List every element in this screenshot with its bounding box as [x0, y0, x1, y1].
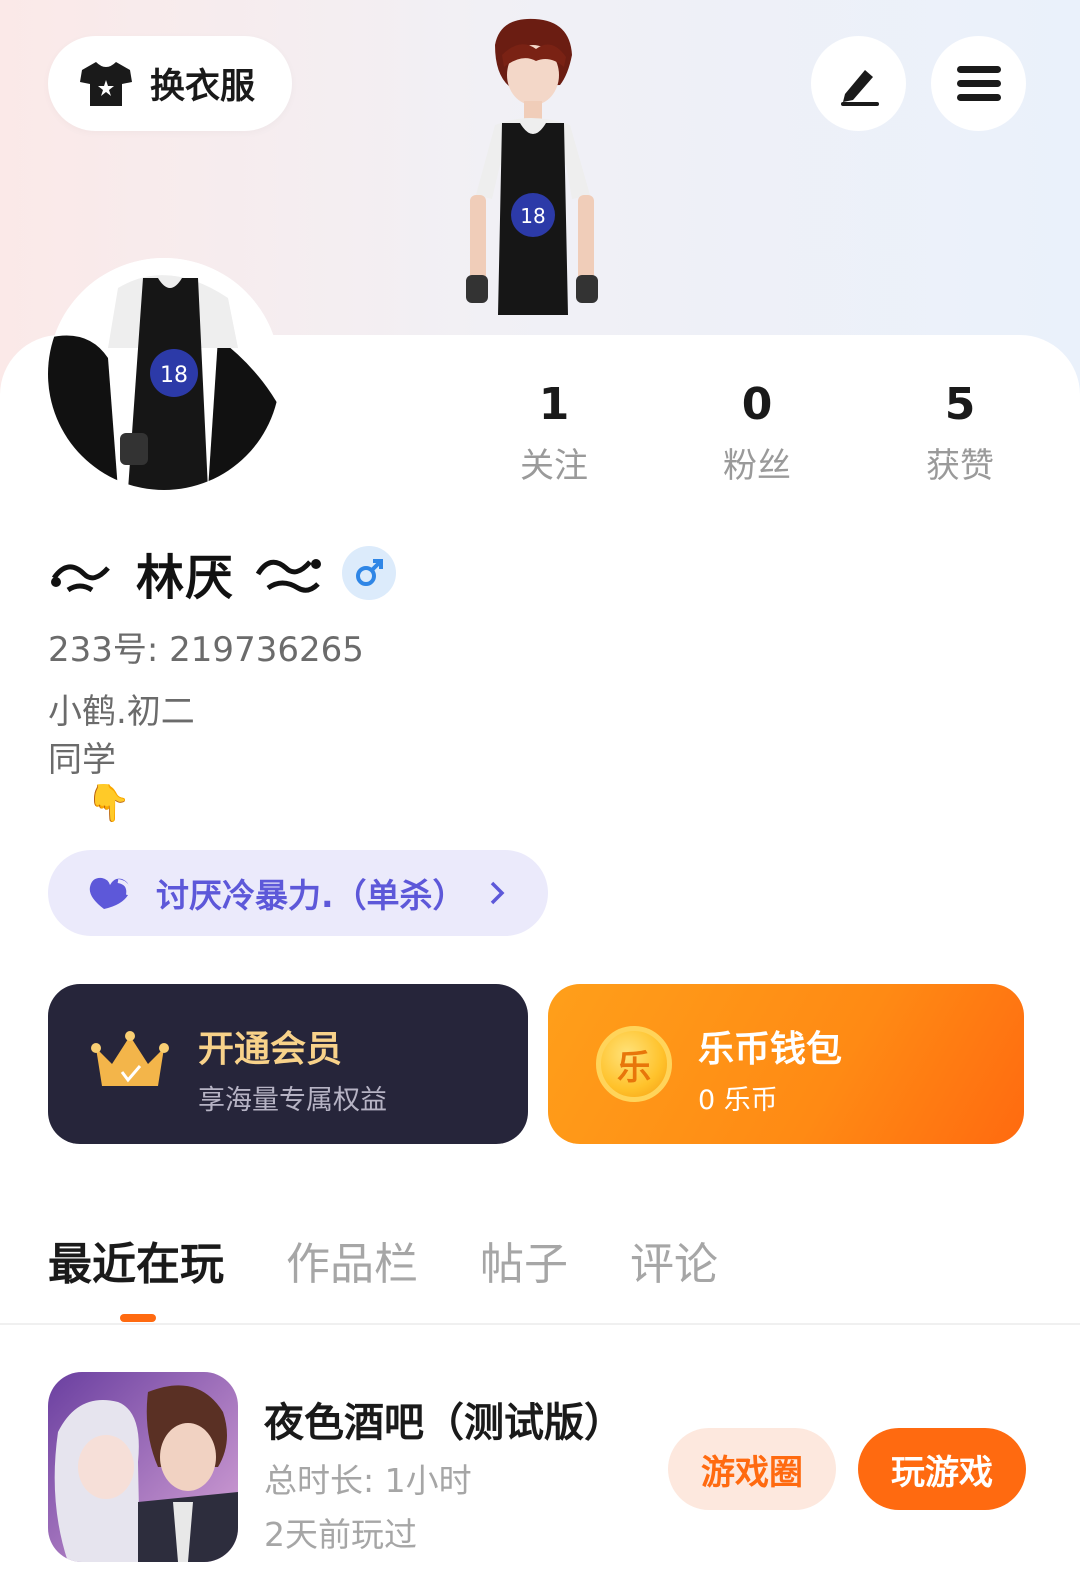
tabs-divider — [0, 1323, 1080, 1325]
vip-title: 开通会员 — [198, 1029, 343, 1070]
profile-page: 18 换衣服 18 1 关注 0 粉丝 5 获赞 林厌 233号: 219736… — [0, 0, 1080, 1577]
likes-label: 获赞 — [926, 446, 994, 486]
user-bio: 小鹤.初二 同学 — [48, 688, 195, 784]
edit-profile-button[interactable] — [811, 36, 906, 131]
vip-subtitle: 享海量专属权益 — [198, 1085, 387, 1116]
tab-comments[interactable]: 评论 — [630, 1228, 718, 1298]
character-figure: 18 — [466, 18, 598, 315]
coin-wallet-card[interactable]: 乐 乐币钱包 0 乐币 — [548, 984, 1024, 1144]
crown-icon — [91, 1031, 169, 1086]
hamburger-menu-icon — [956, 65, 1001, 101]
change-outfit-button[interactable]: 换衣服 — [48, 36, 292, 131]
game-icon[interactable] — [48, 1372, 238, 1562]
chevron-right-icon — [490, 881, 505, 905]
user-id-label: 233号: — [48, 630, 159, 670]
heart-icon — [89, 877, 131, 909]
tab-posts[interactable]: 帖子 — [480, 1228, 568, 1298]
bio-line-1: 小鹤.初二 — [48, 692, 195, 732]
change-outfit-label: 换衣服 — [150, 67, 256, 107]
tab-works[interactable]: 作品栏 — [286, 1228, 418, 1298]
game-play-duration: 总时长: 1小时 — [264, 1461, 472, 1500]
user-name: 林厌 — [136, 550, 235, 606]
wallet-title: 乐币钱包 — [698, 1029, 843, 1070]
personal-tag-label: 讨厌冷暴力.（单杀） — [156, 876, 466, 915]
svg-text:18: 18 — [520, 204, 545, 228]
play-game-button[interactable]: 玩游戏 — [858, 1428, 1026, 1510]
name-row: 林厌 — [48, 538, 397, 608]
likes-count: 5 — [944, 379, 976, 430]
vip-membership-card[interactable]: 开通会员 享海量专属权益 — [48, 984, 528, 1144]
svg-text:18: 18 — [160, 363, 188, 388]
tab-recently-played[interactable]: 最近在玩 — [48, 1228, 224, 1298]
following-count: 1 — [538, 379, 570, 430]
stat-followers[interactable]: 0 粉丝 — [682, 378, 832, 487]
male-icon — [342, 546, 397, 600]
pointing-down-emoji: 👇 — [86, 783, 131, 824]
stat-likes[interactable]: 5 获赞 — [885, 378, 1035, 487]
game-title[interactable]: 夜色酒吧（测试版） — [264, 1390, 624, 1448]
pencil-icon — [840, 69, 879, 106]
user-id-value: 219736265 — [169, 630, 364, 670]
avatar[interactable]: 18 — [48, 258, 280, 490]
stat-following[interactable]: 1 关注 — [479, 378, 629, 487]
game-cover-image — [48, 1372, 238, 1562]
menu-button[interactable] — [931, 36, 1026, 131]
following-label: 关注 — [520, 446, 588, 486]
wallet-balance: 0 乐币 — [698, 1085, 778, 1116]
profile-tabs: 最近在玩 作品栏 帖子 评论 — [48, 1228, 718, 1298]
name-decoration-left — [51, 564, 110, 593]
game-circle-button[interactable]: 游戏圈 — [668, 1428, 836, 1510]
tshirt-icon — [80, 61, 132, 106]
followers-label: 粉丝 — [723, 446, 791, 486]
name-decoration-right — [255, 559, 322, 593]
avatar-image: 18 — [48, 258, 280, 490]
coin-icon: 乐 — [596, 1026, 672, 1102]
bio-line-2: 同学 — [48, 740, 116, 780]
coin-glyph: 乐 — [617, 1047, 651, 1088]
game-last-played: 2天前玩过 — [264, 1515, 417, 1554]
active-tab-indicator — [120, 1314, 156, 1322]
user-id: 233号: 219736265 — [48, 622, 364, 671]
followers-count: 0 — [741, 379, 773, 430]
personal-tag[interactable]: 讨厌冷暴力.（单杀） — [48, 850, 548, 936]
